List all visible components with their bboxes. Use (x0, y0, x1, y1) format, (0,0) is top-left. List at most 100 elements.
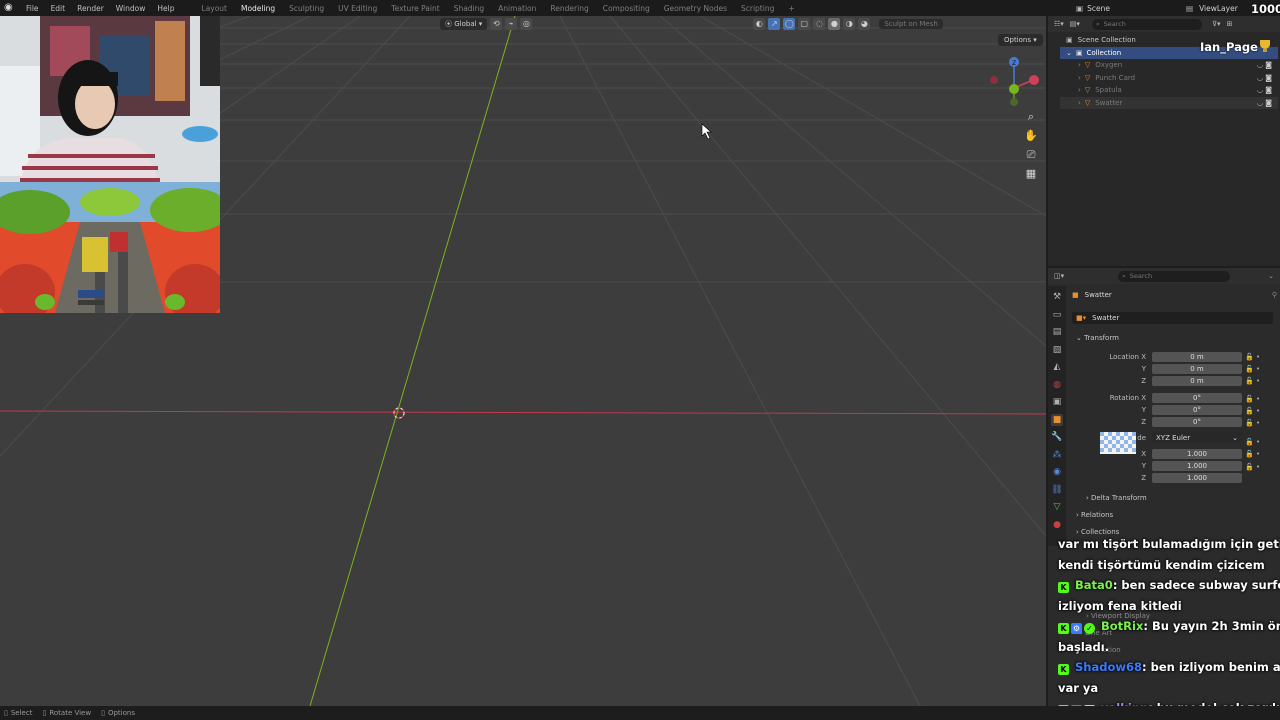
delta-transform-header[interactable]: › Delta Transform (1086, 494, 1147, 502)
lock-icon[interactable]: 🔓 • (1245, 393, 1260, 405)
properties-search-input[interactable]: ⌕ Search (1118, 270, 1231, 282)
add-workspace-button[interactable]: + (781, 4, 801, 13)
transform-orientation-dropdown[interactable]: ⦿ Global ▾ (440, 18, 488, 30)
pin-icon[interactable]: ⚲ (1272, 291, 1277, 299)
dropdown-icon[interactable]: ⌄ (1268, 272, 1274, 280)
expand-chevron-icon[interactable]: › (1078, 86, 1081, 94)
mesh-object-icon: ▽ (1084, 98, 1091, 107)
lock-icon[interactable]: 🔓 • (1245, 405, 1260, 417)
tab-sculpting[interactable]: Sculpting (282, 4, 331, 13)
shading-rendered-icon[interactable]: ◕ (858, 18, 871, 30)
collection-tab-icon[interactable]: ▣ (1051, 396, 1063, 408)
particles-tab-icon[interactable]: ⁂ (1051, 449, 1063, 461)
lock-icon[interactable]: 🔓 • (1245, 375, 1260, 387)
scale-z-label: Z (1141, 474, 1146, 482)
xray-toggle-icon[interactable]: ▢ (798, 18, 811, 30)
tab-rendering[interactable]: Rendering (543, 4, 595, 13)
rotation-y-field[interactable]: 0° (1152, 405, 1242, 415)
new-collection-icon[interactable]: ⊞ (1227, 20, 1233, 28)
tab-shading[interactable]: Shading (447, 4, 491, 13)
display-mode-icon[interactable]: ▤▾ (1070, 20, 1080, 28)
menu-render[interactable]: Render (71, 4, 110, 13)
render-tab-icon[interactable]: ▭ (1051, 309, 1063, 321)
object-name-field[interactable]: ■▾ Swatter (1072, 312, 1273, 324)
camera-view-icon[interactable]: ⎚ (1024, 148, 1038, 162)
object-tab-icon[interactable]: ■ (1051, 413, 1063, 426)
lock-icon[interactable]: 🔓 • (1245, 448, 1260, 460)
tab-uv-editing[interactable]: UV Editing (331, 4, 384, 13)
scale-y-field[interactable]: 1.000 (1152, 461, 1242, 471)
shading-solid-icon[interactable]: ● (828, 18, 841, 30)
modifier-tab-icon[interactable]: 🔧 (1051, 431, 1063, 443)
editor-type-icon[interactable]: ☷▾ (1054, 20, 1064, 28)
view-object-types-icon[interactable]: ◐ (753, 18, 766, 30)
blender-logo-icon[interactable]: ◉ (4, 2, 16, 14)
snap-icon[interactable]: ⌁ (505, 18, 518, 30)
rotation-z-field[interactable]: 0° (1152, 417, 1242, 427)
rotation-x-field[interactable]: 0° (1152, 393, 1242, 403)
tab-compositing[interactable]: Compositing (596, 4, 657, 13)
visibility-eye-icon[interactable]: ◡ ◙ (1257, 99, 1272, 107)
scale-z-field[interactable]: 1.000 (1152, 473, 1242, 483)
menu-window[interactable]: Window (110, 4, 152, 13)
navigation-gizmo[interactable]: Z (986, 52, 1042, 108)
scale-x-field[interactable]: 1.000 (1152, 449, 1242, 459)
scene-tab-icon[interactable]: ◭ (1051, 361, 1063, 373)
lock-icon[interactable]: 🔓 • (1245, 461, 1260, 473)
sculpt-on-mesh-button[interactable]: Sculpt on Mesh (879, 19, 943, 29)
physics-tab-icon[interactable]: ◉ (1051, 466, 1063, 478)
lock-icon[interactable]: 🔓 • (1245, 436, 1260, 448)
tab-texture-paint[interactable]: Texture Paint (384, 4, 446, 13)
zoom-icon[interactable]: ⌕ (1024, 110, 1038, 124)
proportional-edit-icon[interactable]: ◎ (520, 18, 533, 30)
location-z-field[interactable]: 0 m (1152, 376, 1242, 386)
gizmo-toggle-icon[interactable]: ↗ (768, 18, 781, 30)
data-tab-icon[interactable]: ▽ (1051, 501, 1063, 513)
location-x-field[interactable]: 0 m (1152, 352, 1242, 362)
outliner-item-spatula[interactable]: › ▽ Spatula ◡ ◙ (1060, 84, 1278, 97)
visibility-eye-icon[interactable]: ◡ ◙ (1257, 86, 1272, 94)
menu-edit[interactable]: Edit (45, 4, 72, 13)
tab-layout[interactable]: Layout (194, 4, 234, 13)
visibility-eye-icon[interactable]: ◡ ◙ (1257, 74, 1272, 82)
editor-type-icon[interactable]: ◫▾ (1054, 272, 1064, 280)
world-tab-icon[interactable]: ◍ (1051, 379, 1063, 391)
tab-scripting[interactable]: Scripting (734, 4, 781, 13)
rotation-mode-dropdown[interactable]: XYZ Euler ⌄ (1152, 432, 1242, 443)
tab-modeling[interactable]: Modeling (234, 4, 282, 13)
tab-geometry-nodes[interactable]: Geometry Nodes (657, 4, 734, 13)
constraints-tab-icon[interactable]: ⛓ (1051, 484, 1063, 496)
transform-panel-header[interactable]: ⌄ Transform (1076, 334, 1119, 342)
overlays-toggle-icon[interactable]: ◯ (783, 18, 796, 30)
view-layer-tab-icon[interactable]: ▧ (1051, 344, 1063, 356)
relations-header[interactable]: › Relations (1076, 511, 1113, 519)
expand-chevron-icon[interactable]: ⌄ (1066, 49, 1072, 57)
lock-icon[interactable]: 🔓 • (1245, 417, 1260, 429)
lock-icon[interactable]: 🔓 • (1245, 351, 1260, 363)
scene-label[interactable]: Scene (1087, 4, 1110, 13)
viewlayer-label[interactable]: ViewLayer (1199, 4, 1238, 13)
outliner-item-swatter[interactable]: › ▽ Swatter ◡ ◙ (1060, 96, 1278, 109)
tab-animation[interactable]: Animation (491, 4, 543, 13)
outliner-search-input[interactable]: ⌕ Search (1091, 18, 1202, 30)
output-tab-icon[interactable]: ▤ (1051, 326, 1063, 338)
perspective-toggle-icon[interactable]: ▦ (1024, 167, 1038, 181)
expand-chevron-icon[interactable]: › (1078, 61, 1081, 69)
expand-chevron-icon[interactable]: › (1078, 99, 1081, 107)
outliner-item-oxygen[interactable]: › ▽ Oxygen ◡ ◙ (1060, 59, 1278, 72)
pan-hand-icon[interactable]: ✋ (1024, 129, 1038, 143)
shading-wireframe-icon[interactable]: ◌ (813, 18, 826, 30)
menu-file[interactable]: File (20, 4, 45, 13)
location-y-field[interactable]: 0 m (1152, 364, 1242, 374)
shading-material-icon[interactable]: ◑ (843, 18, 856, 30)
pivot-icon[interactable]: ⟲ (490, 18, 503, 30)
options-dropdown[interactable]: Options ▾ (998, 34, 1043, 46)
visibility-eye-icon[interactable]: ◡ ◙ (1257, 61, 1272, 69)
outliner-item-punch-card[interactable]: › ▽ Punch Card ◡ ◙ (1060, 72, 1278, 85)
expand-chevron-icon[interactable]: › (1078, 74, 1081, 82)
tool-tab-icon[interactable]: ⚒ (1051, 291, 1063, 303)
material-tab-icon[interactable]: ● (1051, 519, 1063, 531)
filter-icon[interactable]: ⊽▾ (1212, 20, 1221, 28)
menu-help[interactable]: Help (151, 4, 180, 13)
lock-icon[interactable]: 🔓 • (1245, 363, 1260, 375)
